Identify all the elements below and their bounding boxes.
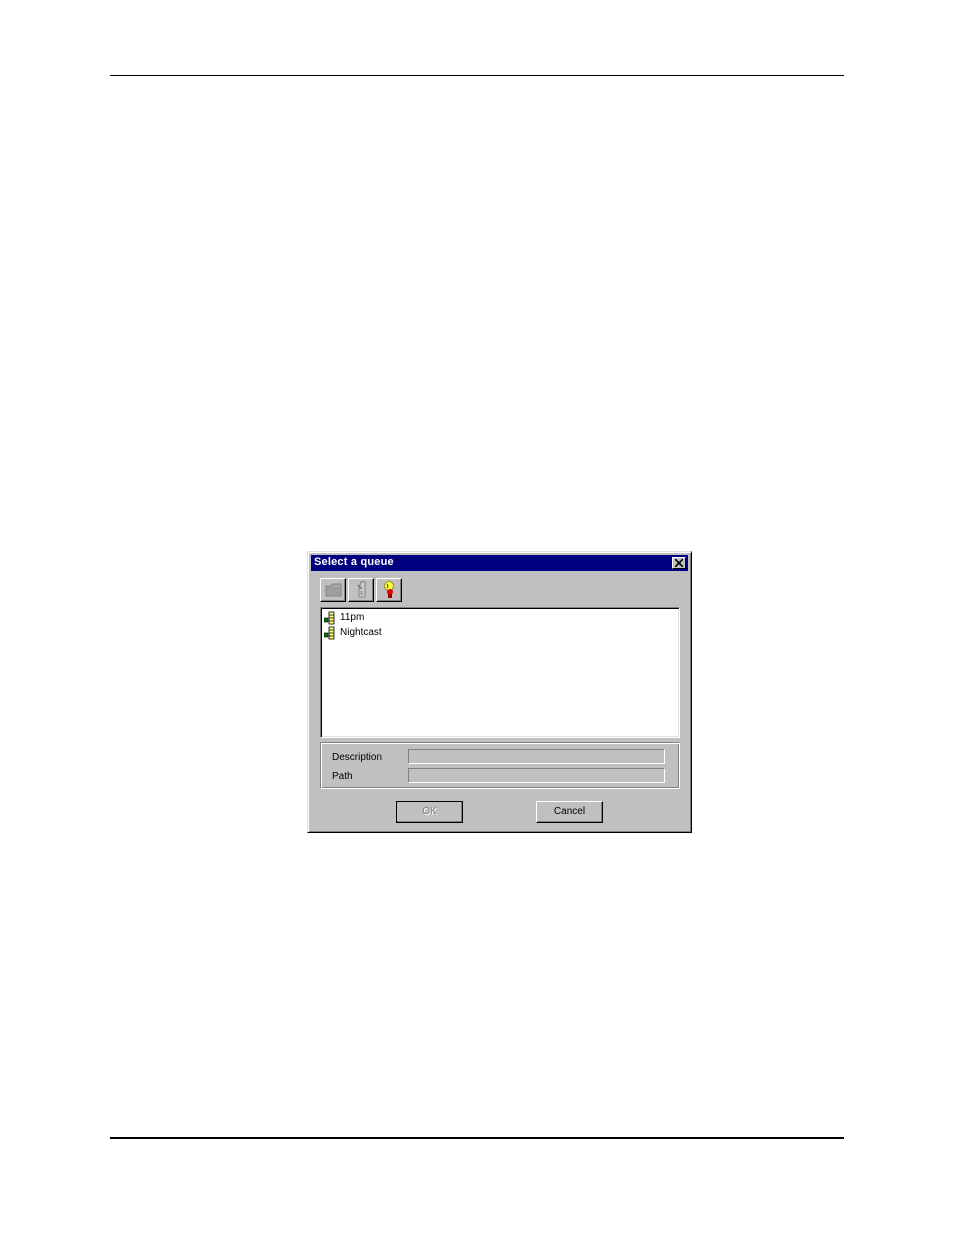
queue-icon xyxy=(324,626,335,640)
ok-button[interactable]: OK xyxy=(396,801,463,823)
dialog-titlebar[interactable]: Select a queue xyxy=(311,555,688,571)
path-field xyxy=(408,768,665,783)
list-item[interactable]: Nightcast xyxy=(324,626,382,640)
description-label: Description xyxy=(332,752,383,763)
queue-list[interactable]: 11pm Nightcast xyxy=(320,607,680,738)
toolbar-button-queue[interactable] xyxy=(348,578,374,602)
select-queue-dialog: Select a queue 11pm Nightcast Descriptio… xyxy=(307,551,692,833)
dialog-title: Select a queue xyxy=(314,556,394,568)
toolbar-button-folder[interactable] xyxy=(320,578,346,602)
header-rule xyxy=(110,75,844,76)
list-item[interactable]: 11pm xyxy=(324,611,364,625)
queue-label: Nightcast xyxy=(340,627,382,638)
toolbar-button-lightbulb[interactable] xyxy=(376,578,402,602)
queue-icon xyxy=(324,611,335,625)
lightbulb-icon xyxy=(384,581,394,598)
path-label: Path xyxy=(332,771,353,782)
cancel-button[interactable]: Cancel xyxy=(536,801,603,823)
queue-info-group: Description Path xyxy=(320,742,680,789)
queue-label: 11pm xyxy=(340,612,365,623)
footer-rule xyxy=(110,1137,844,1139)
description-field xyxy=(408,749,665,764)
queue-settings-icon xyxy=(357,581,366,598)
close-button[interactable] xyxy=(672,557,686,569)
folder-icon xyxy=(325,583,342,597)
close-icon xyxy=(675,559,683,567)
